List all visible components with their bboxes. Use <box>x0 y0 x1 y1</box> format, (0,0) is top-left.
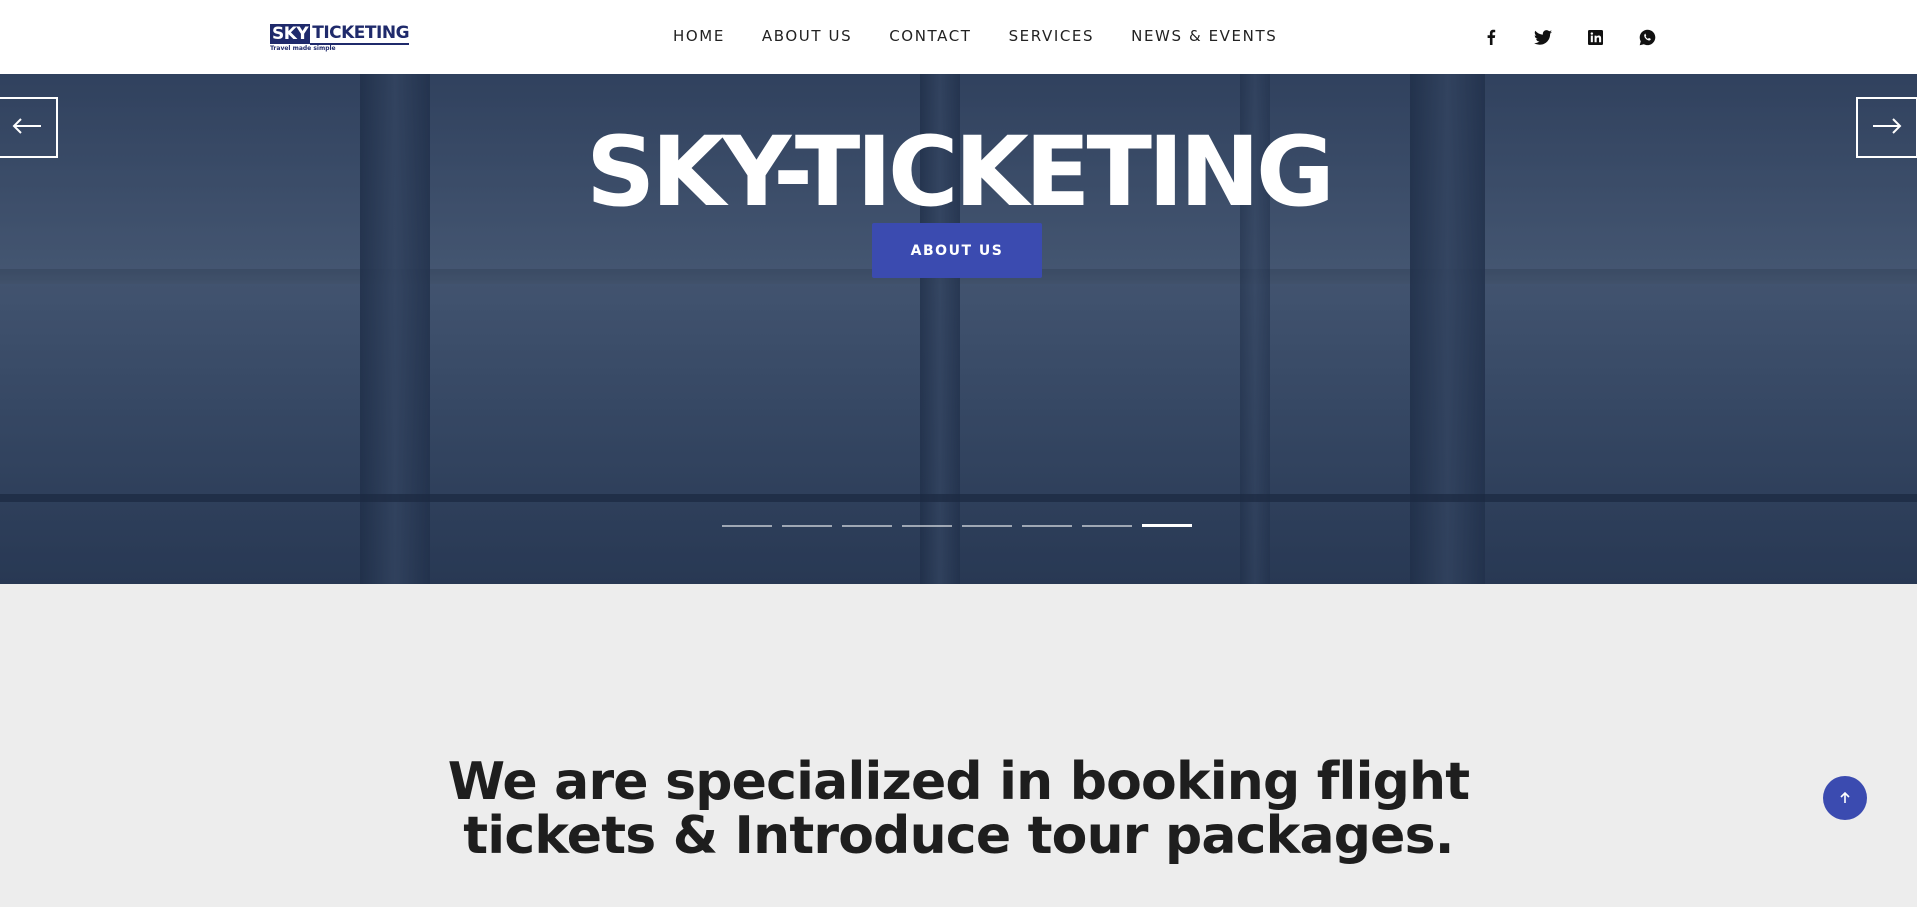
linkedin-icon[interactable] <box>1584 26 1606 48</box>
slider-dot-7[interactable] <box>1082 525 1132 527</box>
social-links <box>1480 26 1688 48</box>
slider-dot-5[interactable] <box>962 525 1012 527</box>
hero-title: SKY-TICKETING <box>586 116 1335 228</box>
slider-next-button[interactable] <box>1856 97 1917 158</box>
nav-contact[interactable]: CONTACT <box>889 26 971 46</box>
hero-slider: SKY-TICKETING ABOUT US <box>0 74 1917 584</box>
main-nav: HOME ABOUT US CONTACT SERVICES NEWS & EV… <box>673 26 1314 46</box>
intro-heading: We are specialized in booking flight tic… <box>0 755 1917 863</box>
arrow-right-icon <box>1872 117 1902 138</box>
hero-about-us-button[interactable]: ABOUT US <box>872 223 1042 278</box>
intro-heading-line-2: tickets & Introduce tour packages. <box>463 806 1454 866</box>
slider-dot-6[interactable] <box>1022 525 1072 527</box>
logo-sky-text: SKY <box>270 24 311 44</box>
slider-prev-button[interactable] <box>0 97 58 158</box>
whatsapp-icon[interactable] <box>1636 26 1658 48</box>
slider-dot-1[interactable] <box>722 525 772 527</box>
facebook-icon[interactable] <box>1480 26 1502 48</box>
site-header: SKY TICKETING Travel made simple HOME AB… <box>0 0 1917 74</box>
slider-dot-4[interactable] <box>902 525 952 527</box>
logo-tagline: Travel made simple <box>270 45 336 52</box>
nav-news-events[interactable]: NEWS & EVENTS <box>1131 26 1277 46</box>
back-to-top-button[interactable] <box>1823 776 1867 820</box>
slider-dot-3[interactable] <box>842 525 892 527</box>
slider-dot-8-active[interactable] <box>1142 524 1192 527</box>
arrow-up-icon <box>1840 789 1850 808</box>
twitter-icon[interactable] <box>1532 26 1554 48</box>
nav-about-us[interactable]: ABOUT US <box>762 26 852 46</box>
slider-dot-2[interactable] <box>782 525 832 527</box>
slider-pagination <box>722 524 1202 527</box>
logo-ticketing-text: TICKETING <box>310 23 410 45</box>
arrow-left-icon <box>12 117 42 138</box>
nav-services[interactable]: SERVICES <box>1009 26 1095 46</box>
nav-home[interactable]: HOME <box>673 26 725 46</box>
intro-heading-line-1: We are specialized in booking flight <box>447 752 1470 812</box>
site-logo[interactable]: SKY TICKETING Travel made simple <box>270 23 410 52</box>
